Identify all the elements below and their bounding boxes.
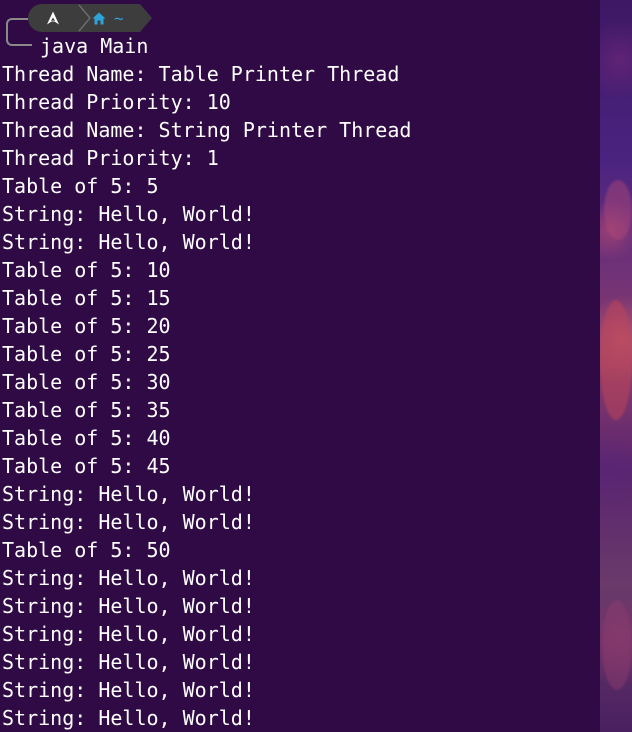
prompt-os-segment — [28, 4, 78, 32]
chevron-right-icon — [78, 4, 91, 32]
terminal-output: Thread Name: Table Printer Thread Thread … — [2, 60, 411, 732]
wallpaper-shape — [600, 300, 632, 420]
output-line: String: Hello, World! — [2, 482, 255, 506]
output-line: String: Hello, World! — [2, 706, 255, 730]
output-line: String: Hello, World! — [2, 594, 255, 618]
output-line: Table of 5: 45 — [2, 454, 171, 478]
terminal-window[interactable]: ~ java Main Thread Name: Table Printer T… — [0, 0, 600, 732]
output-line: Thread Priority: 1 — [2, 146, 219, 170]
command-line: java Main — [40, 34, 149, 58]
output-line: String: Hello, World! — [2, 650, 255, 674]
output-line: Table of 5: 40 — [2, 426, 171, 450]
wallpaper-shape — [602, 600, 632, 690]
output-line: Table of 5: 15 — [2, 286, 171, 310]
output-line: Table of 5: 25 — [2, 342, 171, 366]
prompt-segment-end — [140, 4, 152, 32]
output-line: Thread Name: Table Printer Thread — [2, 62, 400, 86]
output-line: String: Hello, World! — [2, 678, 255, 702]
output-line: String: Hello, World! — [2, 202, 255, 226]
output-line: String: Hello, World! — [2, 622, 255, 646]
desktop-wallpaper — [600, 0, 632, 732]
output-line: Thread Priority: 10 — [2, 90, 231, 114]
output-line: Table of 5: 10 — [2, 258, 171, 282]
prompt-segments: ~ — [28, 4, 152, 32]
output-line: Table of 5: 30 — [2, 370, 171, 394]
arch-linux-icon — [47, 11, 59, 25]
prompt-path-text: ~ — [114, 8, 124, 28]
home-icon — [92, 12, 106, 24]
output-line: Table of 5: 20 — [2, 314, 171, 338]
output-line: String: Hello, World! — [2, 230, 255, 254]
output-line: Table of 5: 35 — [2, 398, 171, 422]
output-line: String: Hello, World! — [2, 510, 255, 534]
wallpaper-shape — [604, 180, 632, 240]
output-line: Table of 5: 50 — [2, 538, 171, 562]
output-line: Table of 5: 5 — [2, 174, 159, 198]
output-line: Thread Name: String Printer Thread — [2, 118, 412, 142]
output-line: String: Hello, World! — [2, 566, 255, 590]
